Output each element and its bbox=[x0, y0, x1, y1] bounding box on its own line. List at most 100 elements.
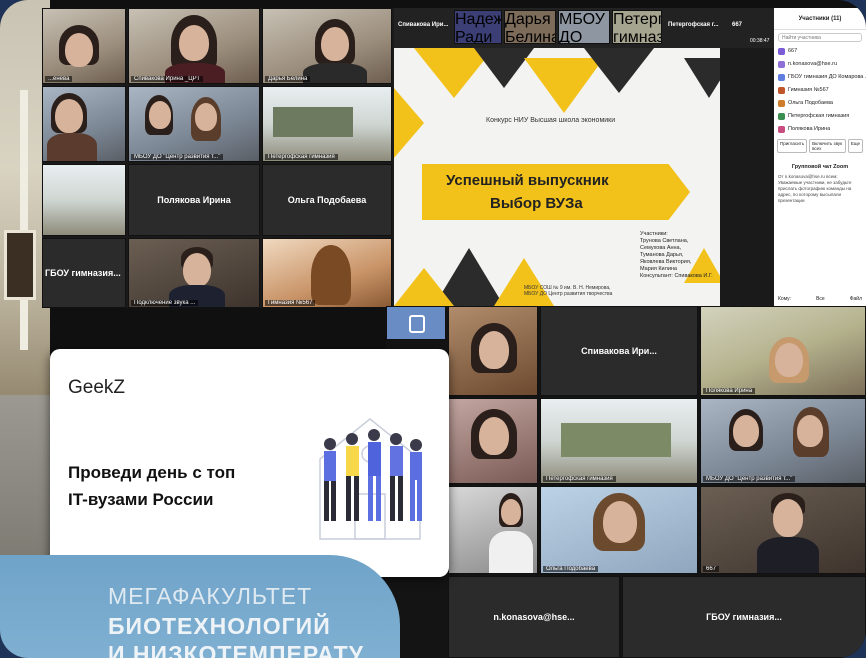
meeting-timer: 00:38:47 bbox=[750, 38, 770, 44]
slide-title-line2: Выбор ВУЗа bbox=[490, 195, 583, 212]
slide-participant: Туманова Дарья, bbox=[640, 252, 684, 258]
participant-name-center: Полякова Ирина bbox=[157, 195, 231, 205]
video-tile[interactable] bbox=[448, 486, 538, 574]
mega-line1: МЕГАФАКУЛЬТЕТ bbox=[108, 583, 313, 609]
participant-name: Полякова Ирина bbox=[703, 388, 756, 394]
thumb-tile[interactable]: Петергофская гимназия bbox=[612, 10, 662, 44]
participant-row[interactable]: Гимназия №567 bbox=[774, 84, 866, 97]
more-button[interactable]: Еще bbox=[847, 139, 863, 153]
participant-row-name: Ольга Подобаева bbox=[788, 100, 833, 106]
video-tile[interactable] bbox=[42, 164, 126, 236]
geekz-headline-line1: Проведи день с топ bbox=[68, 463, 236, 482]
geekz-card: GeekZ Проведи день с топ IT-вузами Росси… bbox=[50, 349, 449, 577]
video-tile[interactable]: n.konasova@hse... bbox=[448, 576, 620, 658]
slide-school: МБОУ СОШ № 9 им. В. Н. Немирова, МБОУ ДО… bbox=[524, 285, 613, 297]
avatar bbox=[778, 61, 785, 68]
video-tile[interactable]: Петергофская гимназия bbox=[262, 86, 392, 162]
video-tile[interactable]: Ольга Подобаева bbox=[540, 486, 698, 574]
thumb-tile[interactable]: Дарья Белина bbox=[504, 10, 556, 44]
shared-slide: Конкурс НИУ Высшая школа экономики Успеш… bbox=[394, 48, 720, 306]
students-illustration bbox=[319, 418, 422, 540]
video-tile[interactable]: Ольга Подобаева bbox=[262, 164, 392, 236]
chat-message: От n.konasova@hse.ru всем: Уважаемые уча… bbox=[778, 174, 852, 203]
participant-name: Петергофская гимназия bbox=[265, 154, 338, 160]
participant-name: МБОУ ДО "Центр развития т..." bbox=[703, 476, 796, 482]
participant-name: МБОУ ДО Центр... bbox=[559, 11, 605, 44]
video-tile[interactable]: Петергофская гимназия bbox=[540, 398, 698, 484]
slide-participant: Семухова Анна, bbox=[640, 245, 682, 251]
participant-name: Дарья Белина bbox=[505, 11, 556, 44]
participant-name: Надежда Ради bbox=[455, 11, 501, 44]
thumb-tile[interactable]: Надежда Ради bbox=[454, 10, 502, 44]
participant-name-center: n.konasova@hse... bbox=[493, 612, 575, 622]
slide-participant: Яковлева Виктория, bbox=[640, 259, 692, 265]
zoom-window-gallery-2: Спивакова Ири... Полякова Ирина Петергоф… bbox=[386, 306, 866, 658]
slide-participant: Трунова Светлана, bbox=[640, 238, 689, 244]
video-tile[interactable]: Дарья Белина bbox=[262, 8, 392, 84]
participant-name: Гимназия №567 bbox=[265, 300, 316, 306]
chat-recipient-select[interactable]: Все bbox=[816, 296, 825, 302]
slide-participant: Консультант: Спивакова И.Г. bbox=[640, 273, 713, 279]
megafaculty-banner: МЕГАФАКУЛЬТЕТ БИОТЕХНОЛОГИЙ И НИЗКОТЕМПЕ… bbox=[0, 555, 400, 658]
video-tile[interactable]: Спивакова Ирина _ЦРТ bbox=[128, 8, 260, 84]
video-tile[interactable]: МБОУ ДО "Центр развития т..." bbox=[700, 398, 866, 484]
participant-name-center: Спивакова Ири... bbox=[581, 346, 657, 356]
hse-logo-tile bbox=[386, 306, 446, 340]
collage-frame: ...енева Спивакова Ирина _ЦРТ Дарья Бели… bbox=[0, 0, 866, 658]
participant-row[interactable]: Петергофская гимназия bbox=[774, 110, 866, 123]
video-tile[interactable] bbox=[448, 398, 538, 484]
participant-name: Дарья Белина bbox=[265, 76, 311, 82]
geekz-logo: GeekZ bbox=[68, 377, 126, 398]
avatar bbox=[778, 113, 785, 120]
speaker-strip: Спивакова Ири... Надежда Ради Дарья Бели… bbox=[394, 8, 774, 48]
chat-title: Групповой чат Zoom bbox=[791, 164, 849, 170]
participant-row[interactable]: 667 bbox=[774, 45, 866, 58]
participant-row[interactable]: Полякова Ирина bbox=[774, 123, 866, 136]
participant-row[interactable]: ГБОУ гимназия ДО Комарова ... bbox=[774, 71, 866, 84]
participant-row-name: 667 bbox=[788, 48, 798, 54]
participant-row-name: Полякова Ирина bbox=[788, 126, 831, 132]
video-tile[interactable]: Подключение звука ... bbox=[128, 238, 260, 308]
video-tile[interactable]: ГБОУ гимназия... bbox=[42, 238, 126, 308]
video-tile[interactable]: МБОУ ДО "Центр развития т..." bbox=[128, 86, 260, 162]
slide-participant: Участники: bbox=[640, 231, 668, 237]
participant-name: Ольга Подобаева bbox=[543, 566, 599, 572]
participant-name: Подключение звука ... bbox=[131, 300, 199, 306]
participant-row-name: Петергофская гимназия bbox=[788, 113, 850, 119]
video-tile[interactable]: Спивакова Ири... bbox=[540, 306, 698, 396]
chat-file-button[interactable]: Файл bbox=[850, 296, 862, 302]
chat-to-label: Кому: bbox=[778, 296, 792, 302]
participant-row[interactable]: n.konasova@hse.ru bbox=[774, 58, 866, 71]
participant-row-name: ГБОУ гимназия ДО Комарова ... bbox=[788, 74, 866, 80]
video-tile[interactable]: 667 bbox=[700, 486, 866, 574]
participant-row[interactable]: Ольга Подобаева bbox=[774, 97, 866, 110]
avatar bbox=[778, 100, 785, 107]
slide-participant: Мария Килина bbox=[640, 266, 677, 272]
participant-row-name: Гимназия №567 bbox=[788, 87, 829, 93]
video-tile[interactable]: Полякова Ирина bbox=[128, 164, 260, 236]
chat-footer: Кому: Все Файл bbox=[778, 296, 862, 302]
video-tile[interactable]: ...енева bbox=[42, 8, 126, 84]
video-tile[interactable] bbox=[448, 306, 538, 396]
invite-button[interactable]: Пригласить bbox=[777, 139, 808, 153]
participant-search-input[interactable]: Найти участника bbox=[778, 33, 862, 42]
participant-name: 667 bbox=[732, 22, 743, 28]
video-tile[interactable]: ГБОУ гимназия... bbox=[622, 576, 866, 658]
participant-name: Петергофская гимназия bbox=[613, 11, 662, 44]
participant-name-center: Ольга Подобаева bbox=[287, 195, 367, 205]
participant-name: Спивакова Ирина _ЦРТ bbox=[131, 76, 204, 82]
participant-name: Петергофская г... bbox=[668, 22, 719, 28]
participant-name-center: ГБОУ гимназия... bbox=[45, 268, 121, 278]
building-window bbox=[4, 230, 36, 300]
participant-name: ...енева bbox=[45, 76, 73, 82]
avatar bbox=[778, 48, 785, 55]
participant-name: 667 bbox=[703, 566, 720, 572]
unmute-all-button[interactable]: Включить звук всех bbox=[809, 139, 846, 153]
thumb-tile[interactable]: МБОУ ДО Центр... bbox=[558, 10, 610, 44]
building-column bbox=[20, 90, 28, 350]
video-tile[interactable] bbox=[42, 86, 126, 162]
slide-contest: Конкурс НИУ Высшая школа экономики bbox=[486, 117, 616, 124]
avatar bbox=[778, 74, 785, 81]
video-tile[interactable]: Гимназия №567 bbox=[262, 238, 392, 308]
video-tile[interactable]: Полякова Ирина bbox=[700, 306, 866, 396]
